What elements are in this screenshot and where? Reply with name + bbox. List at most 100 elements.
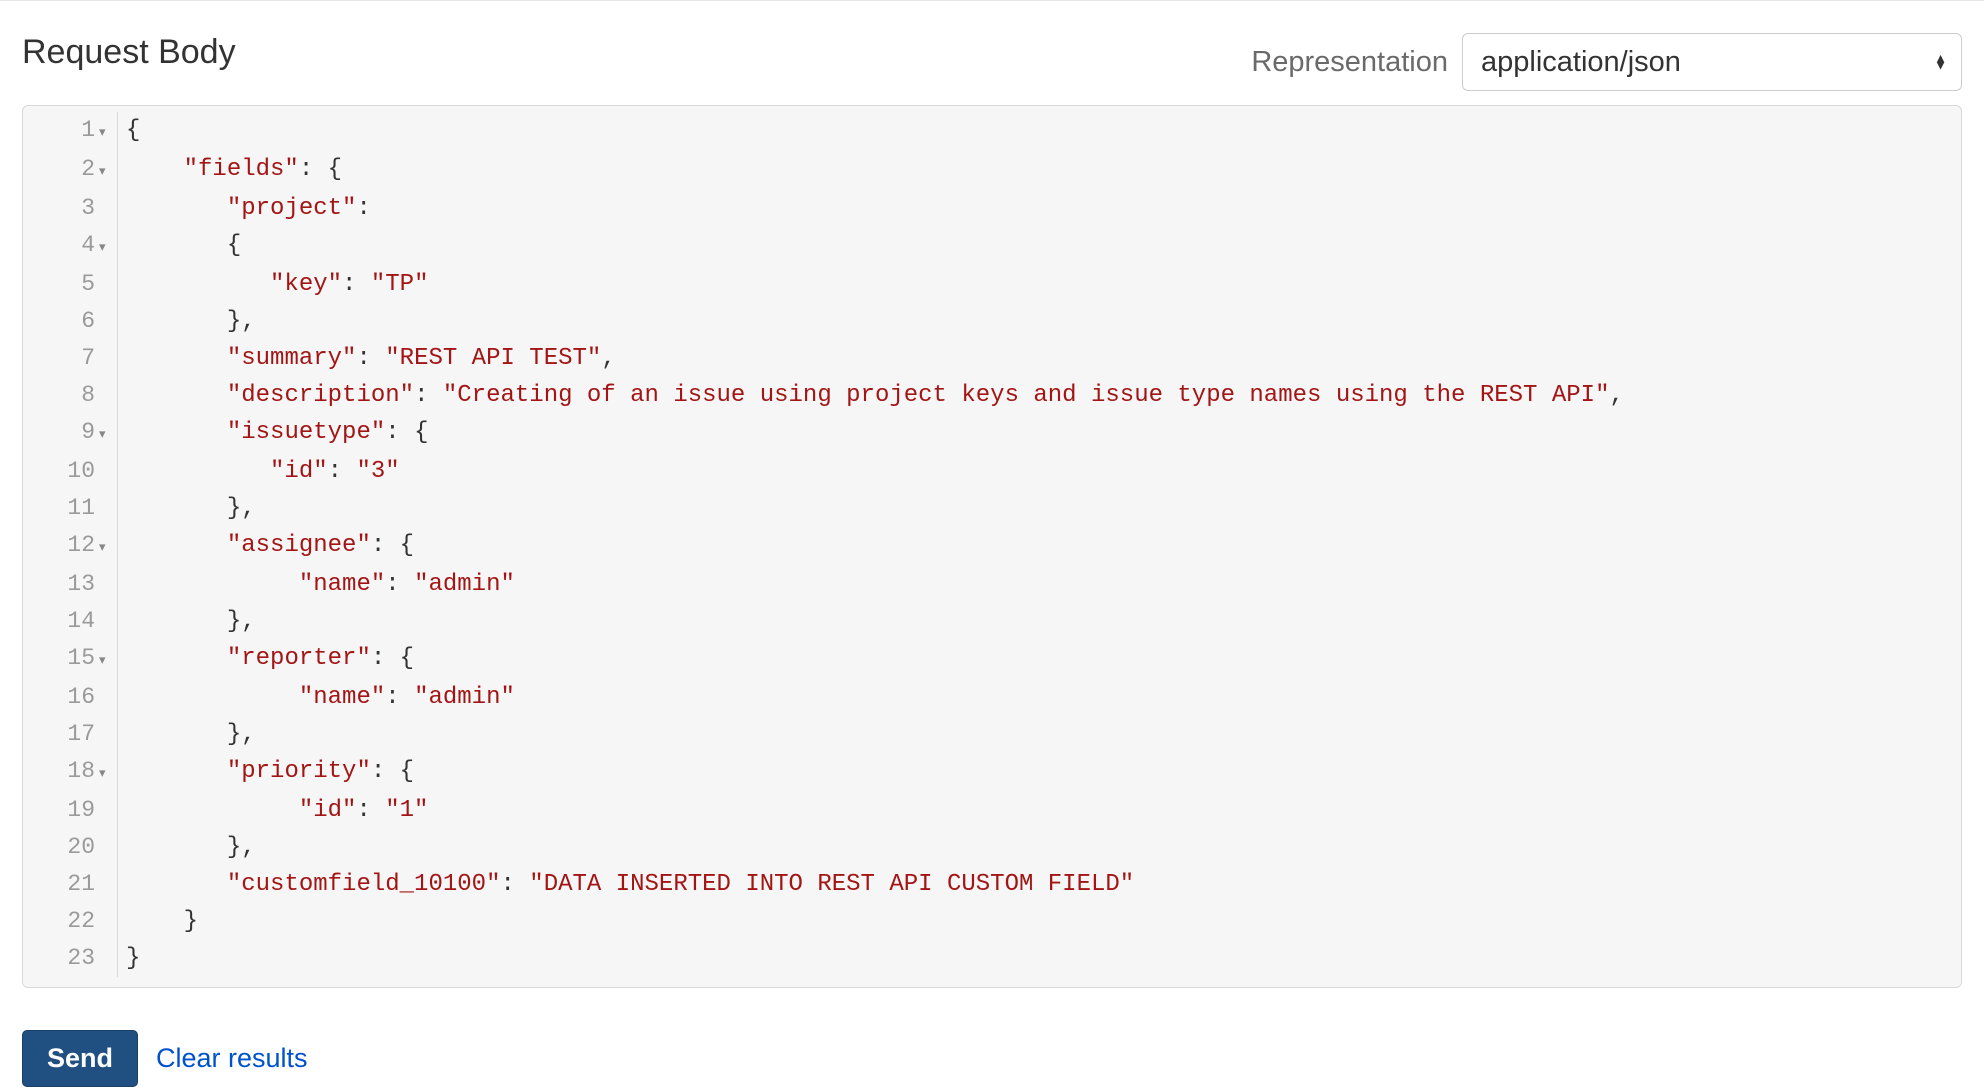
code-content[interactable]: "priority": {: [126, 754, 414, 790]
line-number: 8: [23, 377, 99, 413]
json-string: "admin": [414, 571, 515, 598]
editor-line[interactable]: 14 },: [23, 603, 1961, 640]
code-content[interactable]: }: [126, 904, 198, 940]
json-key: "summary": [227, 345, 357, 372]
code-content[interactable]: },: [126, 304, 256, 340]
code-content[interactable]: },: [126, 717, 256, 753]
gutter-divider: [117, 940, 118, 977]
line-number: 19: [23, 792, 99, 828]
editor-line[interactable]: 6 },: [23, 303, 1961, 340]
gutter-divider: [117, 792, 118, 829]
code-content[interactable]: },: [126, 830, 256, 866]
json-punct: },: [126, 721, 256, 748]
editor-line[interactable]: 7 "summary": "REST API TEST",: [23, 340, 1961, 377]
code-content[interactable]: "customfield_10100": "DATA INSERTED INTO…: [126, 867, 1134, 903]
code-content[interactable]: "assignee": {: [126, 528, 414, 564]
code-content[interactable]: "name": "admin": [126, 680, 515, 716]
fold-toggle-icon[interactable]: ▾: [99, 415, 117, 453]
editor-line[interactable]: 16 "name": "admin": [23, 679, 1961, 716]
code-content[interactable]: "project":: [126, 191, 371, 227]
code-content[interactable]: "description": "Creating of an issue usi…: [126, 378, 1624, 414]
editor-line[interactable]: 20 },: [23, 829, 1961, 866]
json-key: "id": [299, 797, 357, 824]
fold-toggle-icon: [99, 325, 117, 327]
code-content[interactable]: {: [126, 113, 140, 149]
json-key: "reporter": [227, 645, 371, 672]
editor-line[interactable]: 19 "id": "1": [23, 792, 1961, 829]
fold-toggle-icon: [99, 212, 117, 214]
editor-line[interactable]: 17 },: [23, 716, 1961, 753]
editor-line[interactable]: 22 }: [23, 903, 1961, 940]
line-number: 18: [23, 753, 99, 789]
editor-line[interactable]: 3 "project":: [23, 190, 1961, 227]
json-punct: {: [126, 117, 140, 144]
json-key: "fields": [184, 156, 299, 183]
code-content[interactable]: "fields": {: [126, 152, 342, 188]
editor-line[interactable]: 9▾ "issuetype": {: [23, 414, 1961, 453]
send-button[interactable]: Send: [22, 1030, 138, 1087]
gutter-divider: [117, 566, 118, 603]
line-number: 20: [23, 829, 99, 865]
json-editor[interactable]: 1▾{2▾ "fields": {3 "project":4▾ {5 "key"…: [22, 105, 1962, 988]
gutter-divider: [117, 151, 118, 190]
code-content[interactable]: "id": "1": [126, 793, 428, 829]
json-punct: [126, 195, 227, 222]
gutter-divider: [117, 227, 118, 266]
representation-label: Representation: [1251, 46, 1448, 79]
select-arrows-icon: ▲▼: [1934, 56, 1947, 69]
code-content[interactable]: },: [126, 604, 256, 640]
editor-line[interactable]: 4▾ {: [23, 227, 1961, 266]
code-content[interactable]: "issuetype": {: [126, 415, 428, 451]
fold-toggle-icon: [99, 625, 117, 627]
fold-toggle-icon[interactable]: ▾: [99, 754, 117, 792]
json-punct: :: [500, 871, 529, 898]
editor-line[interactable]: 8 "description": "Creating of an issue u…: [23, 377, 1961, 414]
json-punct: [126, 345, 227, 372]
gutter-divider: [117, 829, 118, 866]
json-key: "name": [299, 571, 385, 598]
section-title: Request Body: [22, 33, 236, 72]
fold-toggle-icon[interactable]: ▾: [99, 528, 117, 566]
editor-line[interactable]: 13 "name": "admin": [23, 566, 1961, 603]
fold-toggle-icon[interactable]: ▾: [99, 641, 117, 679]
fold-toggle-icon[interactable]: ▾: [99, 228, 117, 266]
gutter-divider: [117, 112, 118, 151]
json-punct: : {: [371, 532, 414, 559]
representation-select[interactable]: application/json ▲▼: [1462, 33, 1962, 91]
code-content[interactable]: },: [126, 491, 256, 527]
editor-line[interactable]: 18▾ "priority": {: [23, 753, 1961, 792]
editor-line[interactable]: 10 "id": "3": [23, 453, 1961, 490]
line-number: 11: [23, 490, 99, 526]
json-string: "REST API TEST": [385, 345, 601, 372]
line-number: 13: [23, 566, 99, 602]
code-content[interactable]: "summary": "REST API TEST",: [126, 341, 616, 377]
code-content[interactable]: "name": "admin": [126, 567, 515, 603]
code-content[interactable]: "key": "TP": [126, 267, 428, 303]
editor-line[interactable]: 11 },: [23, 490, 1961, 527]
editor-line[interactable]: 23}: [23, 940, 1961, 977]
gutter-divider: [117, 490, 118, 527]
json-string: "1": [385, 797, 428, 824]
editor-line[interactable]: 12▾ "assignee": {: [23, 527, 1961, 566]
editor-line[interactable]: 15▾ "reporter": {: [23, 640, 1961, 679]
editor-line[interactable]: 5 "key": "TP": [23, 266, 1961, 303]
json-punct: [126, 758, 227, 785]
json-string: "TP": [371, 271, 429, 298]
fold-toggle-icon[interactable]: ▾: [99, 152, 117, 190]
editor-line[interactable]: 2▾ "fields": {: [23, 151, 1961, 190]
code-content[interactable]: "id": "3": [126, 454, 400, 490]
code-content[interactable]: }: [126, 941, 140, 977]
fold-toggle-icon[interactable]: ▾: [99, 113, 117, 151]
editor-line[interactable]: 21 "customfield_10100": "DATA INSERTED I…: [23, 866, 1961, 903]
fold-toggle-icon: [99, 288, 117, 290]
gutter-divider: [117, 527, 118, 566]
editor-line[interactable]: 1▾{: [23, 112, 1961, 151]
json-punct: [126, 419, 227, 446]
json-key: "issuetype": [227, 419, 385, 446]
gutter-divider: [117, 414, 118, 453]
json-punct: :: [342, 271, 371, 298]
clear-results-link[interactable]: Clear results: [156, 1043, 308, 1074]
json-punct: {: [126, 232, 241, 259]
code-content[interactable]: "reporter": {: [126, 641, 414, 677]
code-content[interactable]: {: [126, 228, 241, 264]
